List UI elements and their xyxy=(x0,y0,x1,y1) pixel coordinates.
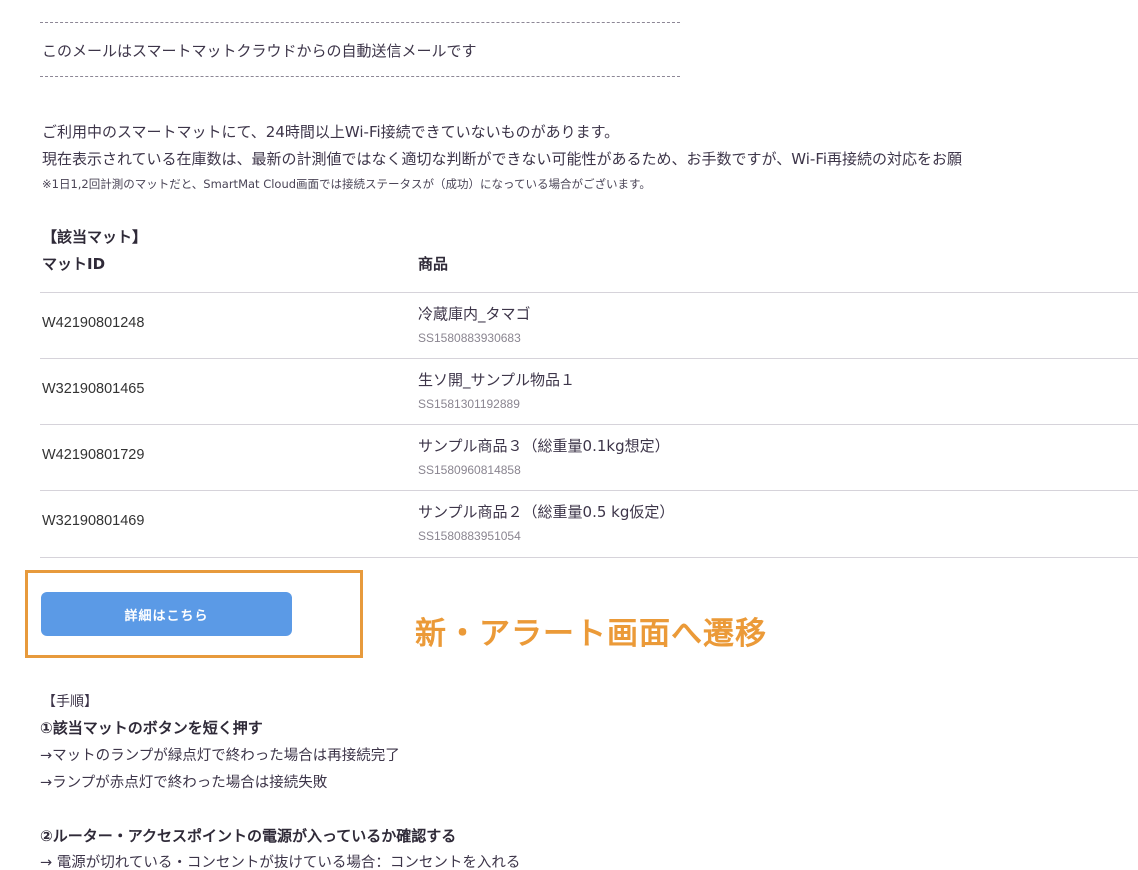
product-code-cell: SS1581301192889 xyxy=(418,397,520,411)
procedure-step-1: ①該当マットのボタンを短く押す xyxy=(40,719,263,737)
product-name-cell: サンプル商品２（総重量0.5 kg仮定） xyxy=(418,503,675,521)
table-row: W32190801465 生ソ開_サンプル物品１ SS1581301192889 xyxy=(40,358,1138,424)
procedure-title: 【手順】 xyxy=(42,694,98,710)
footnote: ※1日1,2回計測のマットだと、SmartMat Cloud画面では接続ステータ… xyxy=(42,177,651,191)
table-row: W42190801248 冷蔵庫内_タマゴ SS1580883930683 xyxy=(40,292,1138,358)
product-code-cell: SS1580960814858 xyxy=(418,463,521,477)
mat-id-cell: W42190801729 xyxy=(42,447,145,463)
table-row: W42190801729 サンプル商品３（総重量0.1kg想定） SS15809… xyxy=(40,424,1138,490)
product-code-cell: SS1580883951054 xyxy=(418,529,521,543)
column-header-mat-id: マットID xyxy=(42,255,106,273)
procedure-step-2-action: → 電源が切れている・コンセントが抜けている場合：コンセントを入れる xyxy=(40,855,521,870)
procedure-step-1-result-success: →マットのランプが緑点灯で終わった場合は再接続完了 xyxy=(40,748,400,764)
procedure-step-1-result-failure: →ランプが赤点灯で終わった場合は接続失敗 xyxy=(40,775,328,791)
table-row: W32190801469 サンプル商品２（総重量0.5 kg仮定） SS1580… xyxy=(40,490,1138,558)
section-title: 【該当マット】 xyxy=(42,228,148,246)
auto-notice: このメールはスマートマットクラウドからの自動送信メールです xyxy=(42,42,477,60)
product-name-cell: 冷蔵庫内_タマゴ xyxy=(418,305,531,323)
mat-table: W42190801248 冷蔵庫内_タマゴ SS1580883930683 W3… xyxy=(40,292,1138,558)
separator-bottom xyxy=(40,76,680,77)
mat-id-cell: W42190801248 xyxy=(42,315,145,331)
mat-id-cell: W32190801465 xyxy=(42,381,145,397)
product-name-cell: サンプル商品３（総重量0.1kg想定） xyxy=(418,437,670,455)
product-code-cell: SS1580883930683 xyxy=(418,331,521,345)
column-header-product: 商品 xyxy=(418,255,449,273)
intro-line-2: 現在表示されている在庫数は、最新の計測値ではなく適切な判断ができない可能性がある… xyxy=(42,150,963,168)
product-name-cell: 生ソ開_サンプル物品１ xyxy=(418,371,576,389)
annotation-label: 新・アラート画面へ遷移 xyxy=(415,616,767,652)
separator-top xyxy=(40,22,680,23)
email-body: このメールはスマートマットクラウドからの自動送信メールです ご利用中のスマートマ… xyxy=(0,0,1138,870)
mat-id-cell: W32190801469 xyxy=(42,513,145,529)
procedure-step-2: ②ルーター・アクセスポイントの電源が入っているか確認する xyxy=(40,827,457,845)
detail-button[interactable]: 詳細はこちら xyxy=(41,592,292,636)
intro-line-1: ご利用中のスマートマットにて、24時間以上Wi-Fi接続できていないものがありま… xyxy=(42,123,620,141)
